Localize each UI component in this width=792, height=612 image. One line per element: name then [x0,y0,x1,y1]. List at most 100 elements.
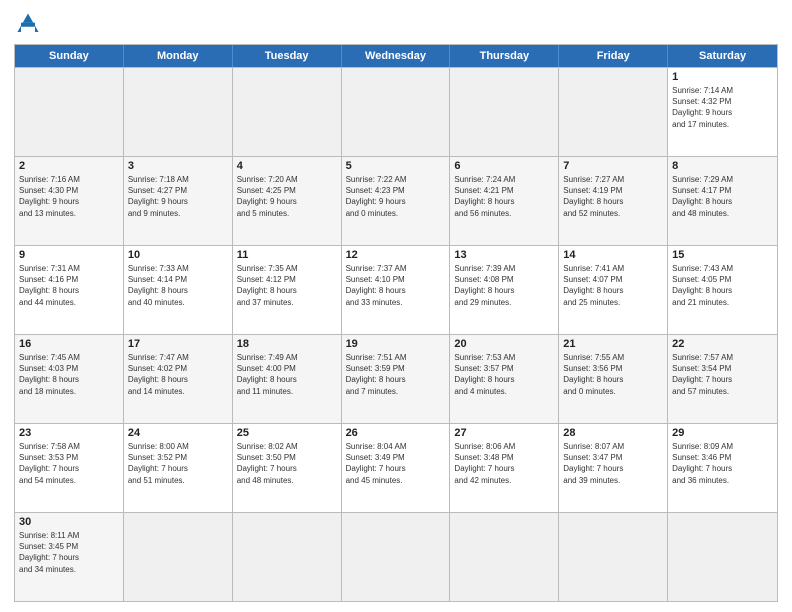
header-day-tuesday: Tuesday [233,45,342,67]
day-number: 28 [563,427,663,439]
calendar-cell: 29Sunrise: 8:09 AM Sunset: 3:46 PM Dayli… [668,424,777,512]
header-day-thursday: Thursday [450,45,559,67]
calendar-row-2: 9Sunrise: 7:31 AM Sunset: 4:16 PM Daylig… [15,245,777,334]
calendar-cell [450,68,559,156]
calendar-cell [124,68,233,156]
calendar-cell: 15Sunrise: 7:43 AM Sunset: 4:05 PM Dayli… [668,246,777,334]
day-info: Sunrise: 7:45 AM Sunset: 4:03 PM Dayligh… [19,352,119,397]
calendar-cell: 13Sunrise: 7:39 AM Sunset: 4:08 PM Dayli… [450,246,559,334]
day-number: 23 [19,427,119,439]
header-day-monday: Monday [124,45,233,67]
calendar-cell: 30 Sunrise: 8:11 AM Sunset: 3:45 PM Dayli… [15,513,124,601]
day-number: 5 [346,160,446,172]
header-day-wednesday: Wednesday [342,45,451,67]
day-number: 22 [672,338,773,350]
day-number: 24 [128,427,228,439]
calendar-cell: 9Sunrise: 7:31 AM Sunset: 4:16 PM Daylig… [15,246,124,334]
day-info: Sunrise: 8:04 AM Sunset: 3:49 PM Dayligh… [346,441,446,486]
day-number: 7 [563,160,663,172]
day-info: Sunrise: 7:53 AM Sunset: 3:57 PM Dayligh… [454,352,554,397]
day-info: Sunrise: 7:22 AM Sunset: 4:23 PM Dayligh… [346,174,446,219]
day-number: 13 [454,249,554,261]
day-info: Sunrise: 7:20 AM Sunset: 4:25 PM Dayligh… [237,174,337,219]
calendar-cell: 7 Sunrise: 7:27 AM Sunset: 4:19 PM Daylig… [559,157,668,245]
day-info: Sunrise: 7:55 AM Sunset: 3:56 PM Dayligh… [563,352,663,397]
day-info: Sunrise: 8:00 AM Sunset: 3:52 PM Dayligh… [128,441,228,486]
day-number: 25 [237,427,337,439]
day-info: Sunrise: 7:24 AM Sunset: 4:21 PM Dayligh… [454,174,554,219]
day-info: Sunrise: 7:18 AM Sunset: 4:27 PM Dayligh… [128,174,228,219]
calendar: SundayMondayTuesdayWednesdayThursdayFrid… [14,44,778,602]
day-info: Sunrise: 7:47 AM Sunset: 4:02 PM Dayligh… [128,352,228,397]
day-info: Sunrise: 7:41 AM Sunset: 4:07 PM Dayligh… [563,263,663,308]
calendar-cell: 17Sunrise: 7:47 AM Sunset: 4:02 PM Dayli… [124,335,233,423]
day-number: 3 [128,160,228,172]
calendar-cell: 23 Sunrise: 7:58 AM Sunset: 3:53 PM Dayli… [15,424,124,512]
day-number: 26 [346,427,446,439]
calendar-cell: 20 Sunrise: 7:53 AM Sunset: 3:57 PM Dayli… [450,335,559,423]
calendar-cell: 3 Sunrise: 7:18 AM Sunset: 4:27 PM Daylig… [124,157,233,245]
day-number: 19 [346,338,446,350]
calendar-cell [342,513,451,601]
calendar-cell: 21 Sunrise: 7:55 AM Sunset: 3:56 PM Dayli… [559,335,668,423]
day-number: 15 [672,249,773,261]
header-day-sunday: Sunday [15,45,124,67]
calendar-cell: 24 Sunrise: 8:00 AM Sunset: 3:52 PM Dayli… [124,424,233,512]
day-number: 30 [19,516,119,528]
day-number: 1 [672,71,773,83]
calendar-cell [342,68,451,156]
calendar-cell: 25 Sunrise: 8:02 AM Sunset: 3:50 PM Dayli… [233,424,342,512]
calendar-cell [233,513,342,601]
day-number: 2 [19,160,119,172]
day-info: Sunrise: 7:16 AM Sunset: 4:30 PM Dayligh… [19,174,119,219]
calendar-cell: 26 Sunrise: 8:04 AM Sunset: 3:49 PM Dayli… [342,424,451,512]
calendar-cell [559,513,668,601]
day-number: 10 [128,249,228,261]
header [14,10,778,38]
calendar-header: SundayMondayTuesdayWednesdayThursdayFrid… [15,45,777,67]
calendar-cell: 22Sunrise: 7:57 AM Sunset: 3:54 PM Dayli… [668,335,777,423]
day-info: Sunrise: 8:11 AM Sunset: 3:45 PM Dayligh… [19,530,119,575]
calendar-cell: 5 Sunrise: 7:22 AM Sunset: 4:23 PM Daylig… [342,157,451,245]
header-day-friday: Friday [559,45,668,67]
calendar-cell: 10 Sunrise: 7:33 AM Sunset: 4:14 PM Dayli… [124,246,233,334]
calendar-cell: 27Sunrise: 8:06 AM Sunset: 3:48 PM Dayli… [450,424,559,512]
day-info: Sunrise: 7:33 AM Sunset: 4:14 PM Dayligh… [128,263,228,308]
day-number: 11 [237,249,337,261]
calendar-cell: 18Sunrise: 7:49 AM Sunset: 4:00 PM Dayli… [233,335,342,423]
calendar-cell: 1 Sunrise: 7:14 AM Sunset: 4:32 PM Daylig… [668,68,777,156]
day-info: Sunrise: 8:02 AM Sunset: 3:50 PM Dayligh… [237,441,337,486]
day-info: Sunrise: 7:35 AM Sunset: 4:12 PM Dayligh… [237,263,337,308]
calendar-row-3: 16Sunrise: 7:45 AM Sunset: 4:03 PM Dayli… [15,334,777,423]
day-info: Sunrise: 7:14 AM Sunset: 4:32 PM Dayligh… [672,85,773,130]
calendar-cell: 6 Sunrise: 7:24 AM Sunset: 4:21 PM Daylig… [450,157,559,245]
logo-icon [14,10,42,38]
calendar-cell: 16Sunrise: 7:45 AM Sunset: 4:03 PM Dayli… [15,335,124,423]
calendar-cell [15,68,124,156]
page: SundayMondayTuesdayWednesdayThursdayFrid… [0,0,792,612]
calendar-row-4: 23 Sunrise: 7:58 AM Sunset: 3:53 PM Dayli… [15,423,777,512]
calendar-cell [668,513,777,601]
day-info: Sunrise: 7:49 AM Sunset: 4:00 PM Dayligh… [237,352,337,397]
day-number: 29 [672,427,773,439]
day-info: Sunrise: 8:07 AM Sunset: 3:47 PM Dayligh… [563,441,663,486]
calendar-cell: 11 Sunrise: 7:35 AM Sunset: 4:12 PM Dayli… [233,246,342,334]
calendar-cell [233,68,342,156]
calendar-body: 1 Sunrise: 7:14 AM Sunset: 4:32 PM Daylig… [15,67,777,601]
day-info: Sunrise: 7:58 AM Sunset: 3:53 PM Dayligh… [19,441,119,486]
day-number: 27 [454,427,554,439]
day-number: 20 [454,338,554,350]
calendar-cell: 14Sunrise: 7:41 AM Sunset: 4:07 PM Dayli… [559,246,668,334]
day-info: Sunrise: 7:31 AM Sunset: 4:16 PM Dayligh… [19,263,119,308]
calendar-row-5: 30 Sunrise: 8:11 AM Sunset: 3:45 PM Dayli… [15,512,777,601]
calendar-cell: 28 Sunrise: 8:07 AM Sunset: 3:47 PM Dayli… [559,424,668,512]
calendar-cell: 12Sunrise: 7:37 AM Sunset: 4:10 PM Dayli… [342,246,451,334]
day-info: Sunrise: 7:27 AM Sunset: 4:19 PM Dayligh… [563,174,663,219]
day-number: 21 [563,338,663,350]
day-number: 6 [454,160,554,172]
day-number: 12 [346,249,446,261]
calendar-cell: 19Sunrise: 7:51 AM Sunset: 3:59 PM Dayli… [342,335,451,423]
day-number: 8 [672,160,773,172]
calendar-cell: 2 Sunrise: 7:16 AM Sunset: 4:30 PM Daylig… [15,157,124,245]
calendar-cell: 4Sunrise: 7:20 AM Sunset: 4:25 PM Daylig… [233,157,342,245]
